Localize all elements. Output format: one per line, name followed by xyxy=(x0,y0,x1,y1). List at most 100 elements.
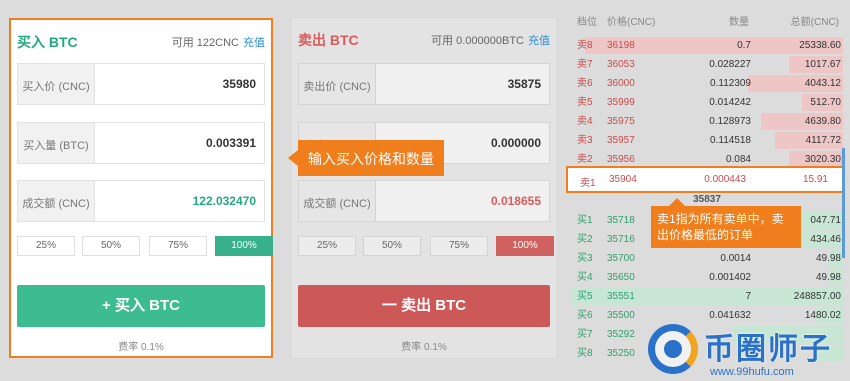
ask-total: 4117.72 xyxy=(805,135,841,146)
ask-row[interactable]: 卖6 36000 0.112309 4043.12 xyxy=(571,75,843,92)
ask1-total: 15.91 xyxy=(802,174,828,185)
order-book-scrollbar[interactable] xyxy=(842,148,845,258)
buy-price-field[interactable]: 买入价 (CNC) 35980 xyxy=(17,63,265,105)
ask-lab: 卖6 xyxy=(577,78,593,89)
ask-row[interactable]: 卖5 35999 0.014242 512.70 xyxy=(571,94,843,111)
ask-lab: 卖5 xyxy=(577,97,593,108)
bid-lab: 买1 xyxy=(577,215,593,226)
bid-lab: 买4 xyxy=(577,272,593,283)
buy-available: 可用 122CNC 充值 xyxy=(171,37,265,49)
bid-lab: 买2 xyxy=(577,234,593,245)
ask-price: 36000 xyxy=(607,78,635,89)
ask1-row-highlight[interactable]: 卖1 35904 0.000443 15.91 xyxy=(566,166,844,193)
ask-lab: 卖7 xyxy=(577,59,593,70)
bid-lab: 买7 xyxy=(577,329,593,340)
callout-input: 输入买入价格和数量 xyxy=(288,140,444,176)
buy-qty-field[interactable]: 买入量 (BTC) 0.003391 xyxy=(17,122,265,164)
sell-pct-50[interactable]: 50% xyxy=(363,236,421,256)
bid-qty: 7 xyxy=(745,291,751,302)
sell-price-label: 卖出价 (CNC) xyxy=(299,64,376,104)
ask-qty: 0.028227 xyxy=(709,59,751,70)
buy-pct-50[interactable]: 50% xyxy=(82,236,140,256)
sell-price-value[interactable]: 35875 xyxy=(508,77,541,91)
col-total: 总额(CNC) xyxy=(790,17,839,28)
sell-pct-75[interactable]: 75% xyxy=(430,236,488,256)
ask-price: 35957 xyxy=(607,135,635,146)
ask-row[interactable]: 卖8 36198 0.7 25338.60 xyxy=(571,37,843,54)
ask-qty: 0.014242 xyxy=(709,97,751,108)
bid-row[interactable]: 买5 35551 7 248857.00 xyxy=(571,288,843,305)
bid-total: 49.98 xyxy=(815,272,841,283)
ask-row[interactable]: 卖7 36053 0.028227 1017.67 xyxy=(571,56,843,73)
bid-price: 35250 xyxy=(607,348,635,359)
buy-percent-group: 25% 50% 75% 100% xyxy=(17,236,273,256)
bid-lab: 买8 xyxy=(577,348,593,359)
buy-price-value[interactable]: 35980 xyxy=(223,77,256,91)
ask-price: 36053 xyxy=(607,59,635,70)
bid-price: 35718 xyxy=(607,215,635,226)
col-qty: 数量 xyxy=(729,17,749,28)
sell-qty-value[interactable]: 0.000000 xyxy=(491,136,541,150)
bid-row[interactable]: 买4 35650 0.001402 49.98 xyxy=(571,269,843,286)
sell-pct-100[interactable]: 100% xyxy=(496,236,554,256)
ask1-qty: 0.000443 xyxy=(704,174,746,185)
bid-price: 35700 xyxy=(607,253,635,264)
sell-fee: 费率 0.1% xyxy=(401,342,447,353)
sell-button[interactable]: 一 卖出 BTC xyxy=(298,285,550,327)
buy-qty-value[interactable]: 0.003391 xyxy=(206,136,256,150)
buy-button[interactable]: + 买入 BTC xyxy=(17,285,265,327)
ask-total: 25338.60 xyxy=(799,40,841,51)
sell-total-label: 成交额 (CNC) xyxy=(299,181,376,221)
ask-qty: 0.7 xyxy=(737,40,751,51)
ask-price: 35975 xyxy=(607,116,635,127)
buy-title: 买入 BTC xyxy=(17,34,78,50)
ask-lab: 卖4 xyxy=(577,116,593,127)
buy-recharge-link[interactable]: 充值 xyxy=(243,37,265,49)
ask-row[interactable]: 卖4 35975 0.128973 4639.80 xyxy=(571,113,843,130)
ask-lab: 卖8 xyxy=(577,40,593,51)
bid-price: 35716 xyxy=(607,234,635,245)
trade-screen: 买入 BTC 可用 122CNC 充值 买入价 (CNC) 35980 买入量 (… xyxy=(0,0,850,381)
sell-pct-25[interactable]: 25% xyxy=(298,236,356,256)
bid-total: 434.46 xyxy=(810,234,841,245)
buy-total-label: 成交额 (CNC) xyxy=(18,181,95,221)
buy-qty-label: 买入量 (BTC) xyxy=(18,123,95,163)
buy-price-label: 买入价 (CNC) xyxy=(18,64,95,104)
sell-price-field[interactable]: 卖出价 (CNC) 35875 xyxy=(298,63,550,105)
buy-fee: 费率 0.1% xyxy=(118,342,164,353)
buy-pct-75[interactable]: 75% xyxy=(149,236,207,256)
ask-total: 1017.67 xyxy=(804,59,841,70)
ask-total: 4043.12 xyxy=(804,78,841,89)
ask-lab: 卖3 xyxy=(577,135,593,146)
bid-total: 248857.00 xyxy=(793,291,841,302)
bid-qty: 0.001402 xyxy=(709,272,751,283)
ask-price: 35999 xyxy=(607,97,635,108)
bid-lab: 买3 xyxy=(577,253,593,264)
watermark-logo-icon xyxy=(648,324,698,374)
ask-qty: 0.128973 xyxy=(709,116,751,127)
ask1-label: 卖1 xyxy=(580,178,596,189)
bid-lab: 买6 xyxy=(577,310,593,321)
ask1-price: 35904 xyxy=(609,174,637,185)
buy-pct-100[interactable]: 100% xyxy=(215,236,273,256)
sell-recharge-link[interactable]: 充值 xyxy=(528,35,550,47)
ask-row[interactable]: 卖3 35957 0.114518 4117.72 xyxy=(571,132,843,149)
bid-total: 047.71 xyxy=(810,215,841,226)
buy-pct-25[interactable]: 25% xyxy=(17,236,75,256)
ask-price: 36198 xyxy=(607,40,635,51)
bid-total: 49.98 xyxy=(815,253,841,264)
bid-price: 35650 xyxy=(607,272,635,283)
bid-row[interactable]: 买3 35700 0.0014 49.98 xyxy=(571,250,843,267)
callout-ask1: 卖1指为所有卖单中，卖出价格最低的订单 xyxy=(651,198,801,248)
bid-lab: 买5 xyxy=(577,291,593,302)
sell-available: 可用 0.000000BTC 充值 xyxy=(431,35,550,47)
watermark-url: www.99hufu.com xyxy=(710,366,794,378)
sell-percent-group: 25% 50% 75% 100% xyxy=(298,236,554,256)
sell-panel: 卖出 BTC 可用 0.000000BTC 充值 卖出价 (CNC) 35875 … xyxy=(292,18,556,358)
sell-title: 卖出 BTC xyxy=(298,32,359,48)
bid-price: 35292 xyxy=(607,329,635,340)
col-level: 档位 xyxy=(577,17,597,28)
col-price: 价格(CNC) xyxy=(607,17,656,28)
watermark: 币圈师子 www.99hufu.com xyxy=(648,322,848,380)
buy-panel: 买入 BTC 可用 122CNC 充值 买入价 (CNC) 35980 买入量 (… xyxy=(9,18,273,358)
